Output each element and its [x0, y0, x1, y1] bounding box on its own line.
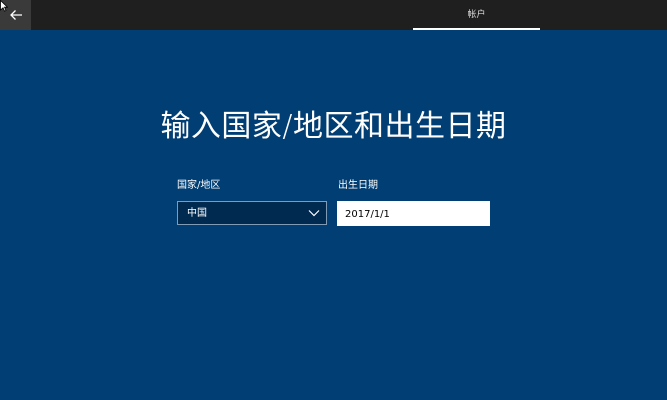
tab-account-label: 帐户 [467, 10, 486, 20]
country-selected-value: 中国 [187, 208, 207, 219]
mouse-cursor-icon [0, 0, 8, 12]
tab-account[interactable]: 帐户 [413, 0, 540, 30]
arrow-left-icon [9, 10, 22, 20]
top-bar: 帐户 [0, 0, 667, 30]
birthdate-field-label: 出生日期 [338, 180, 378, 191]
birthdate-value: 2017/1/1 [345, 209, 390, 220]
page-title: 输入国家/地区和出生日期 [160, 109, 507, 144]
country-select[interactable]: 中国 [177, 201, 327, 225]
chevron-down-icon [308, 210, 320, 217]
birthdate-input[interactable]: 2017/1/1 [337, 201, 490, 226]
tab-active-indicator [413, 28, 540, 30]
country-field-label: 国家/地区 [177, 180, 221, 191]
